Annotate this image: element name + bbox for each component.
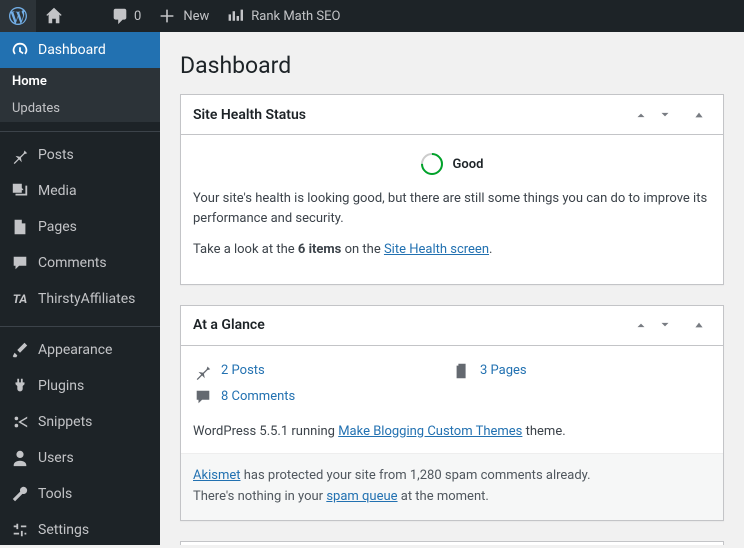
sidebar-item-label: Media [38,183,77,199]
sidebar-item-label: ThirstyAffiliates [38,291,135,307]
scissors-icon [10,412,30,432]
sidebar-item-dashboard[interactable]: Dashboard [0,32,160,68]
sidebar-item-thirstyaffiliates[interactable]: TA ThirstyAffiliates [0,281,160,317]
activity-widget: Activity [180,541,724,545]
thirstyaffiliates-icon: TA [10,289,30,309]
widget-header: At a Glance [181,306,723,346]
move-down-button[interactable] [653,103,677,127]
sidebar-item-label: Dashboard [38,42,106,58]
page-title: Dashboard [180,52,724,79]
sidebar-item-appearance[interactable]: Appearance [0,332,160,368]
chart-bar-icon [225,6,245,26]
sidebar-item-settings[interactable]: Settings [0,512,160,548]
rank-math-label: Rank Math SEO [251,9,340,24]
toggle-button[interactable] [687,103,711,127]
user-icon [10,448,30,468]
brush-icon [10,340,30,360]
toolbar-rank-math[interactable]: Rank Math SEO [217,0,348,32]
theme-link[interactable]: Make Blogging Custom Themes [338,424,522,439]
move-up-button[interactable] [629,103,653,127]
main-content: Dashboard Site Health Status Good Your s… [160,32,744,545]
spam-queue-link[interactable]: spam queue [326,489,397,504]
sidebar-submenu-dashboard: Home Updates [0,68,160,122]
submenu-item-updates[interactable]: Updates [0,95,160,122]
health-description: Your site's health is looking good, but … [193,189,711,228]
widget-header: Activity [181,542,723,545]
pin-icon [193,362,213,380]
plus-icon [157,6,177,26]
toggle-button[interactable] [687,313,711,337]
move-up-button[interactable] [629,313,653,337]
sliders-icon [10,520,30,540]
akismet-footer: Akismet has protected your site from 1,2… [181,453,723,520]
sidebar-item-tools[interactable]: Tools [0,476,160,512]
home-icon [44,6,64,26]
menu-separator [0,127,160,132]
site-home-link[interactable] [36,0,72,32]
toolbar-comments[interactable]: 0 [102,0,149,32]
dashboard-icon [10,40,30,60]
sidebar-item-label: Snippets [38,414,92,430]
wordpress-icon [8,6,28,26]
sidebar-item-label: Appearance [38,342,112,358]
health-indicator-icon [421,153,443,175]
widget-title: Site Health Status [193,107,629,123]
admin-sidebar: Dashboard Home Updates Posts Media Pages… [0,32,160,545]
plug-icon [10,376,30,396]
sidebar-item-label: Pages [38,219,77,235]
wrench-icon [10,484,30,504]
pin-icon [10,145,30,165]
sidebar-item-label: Tools [38,486,72,502]
sidebar-item-label: Plugins [38,378,84,394]
menu-separator [0,322,160,327]
sidebar-item-snippets[interactable]: Snippets [0,404,160,440]
comment-icon [110,6,130,26]
widget-header: Site Health Status [181,95,723,135]
sidebar-item-label: Comments [38,255,107,271]
health-items-line: Take a look at the 6 items on the Site H… [193,240,711,260]
glance-comments-link[interactable]: 8 Comments [193,384,711,410]
sidebar-item-plugins[interactable]: Plugins [0,368,160,404]
at-a-glance-widget: At a Glance 2 Posts 3 Pages [180,305,724,521]
sidebar-item-label: Users [38,450,74,466]
sidebar-item-label: Settings [38,522,89,538]
site-health-link[interactable]: Site Health screen [384,242,489,257]
toolbar-new-label: New [183,9,209,24]
sidebar-item-media[interactable]: Media [0,173,160,209]
health-status-row: Good [193,153,711,175]
glance-posts-link[interactable]: 2 Posts [193,358,452,384]
site-health-widget: Site Health Status Good Your site's heal… [180,94,724,285]
widget-body: Good Your site's health is looking good,… [181,135,723,284]
wp-logo-menu[interactable] [0,0,36,32]
toolbar-new[interactable]: New [149,0,217,32]
sidebar-item-label: Posts [38,147,74,163]
submenu-item-home[interactable]: Home [0,68,160,95]
comments-count: 0 [134,9,141,24]
move-down-button[interactable] [653,313,677,337]
widget-body: 2 Posts 3 Pages 8 Comments WordPress 5.5… [181,346,723,520]
glance-pages-link[interactable]: 3 Pages [452,358,711,384]
akismet-link[interactable]: Akismet [193,468,241,483]
comment-icon [10,253,30,273]
media-icon [10,181,30,201]
sidebar-item-users[interactable]: Users [0,440,160,476]
health-status-label: Good [453,157,484,172]
wordpress-version-line: WordPress 5.5.1 running Make Blogging Cu… [193,422,711,442]
widget-title: At a Glance [193,317,629,333]
page-icon [452,362,472,380]
sidebar-item-comments[interactable]: Comments [0,245,160,281]
comment-icon [193,388,213,406]
page-icon [10,217,30,237]
sidebar-item-posts[interactable]: Posts [0,137,160,173]
admin-toolbar: 0 New Rank Math SEO [0,0,744,32]
sidebar-item-pages[interactable]: Pages [0,209,160,245]
